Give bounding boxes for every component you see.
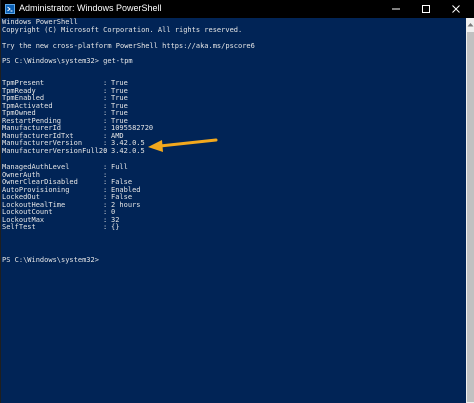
scrollbar-thumb[interactable]: [467, 32, 474, 402]
close-icon[interactable]: [445, 0, 467, 18]
property-value: 3.42.0.5: [111, 146, 145, 155]
arrow-left-icon: [146, 135, 218, 157]
scroll-up-icon[interactable]: [466, 20, 474, 29]
powershell-icon[interactable]: [5, 4, 15, 14]
property-value: {}: [111, 223, 120, 232]
powershell-window: Administrator: Windows PowerShell Window…: [0, 0, 474, 403]
property-separator: :: [103, 223, 108, 232]
title-bar[interactable]: Administrator: Windows PowerShell: [1, 0, 474, 18]
banner-line: Copyright (C) Microsoft Corporation. All…: [2, 26, 243, 34]
vertical-scrollbar[interactable]: [466, 18, 474, 403]
property-value: 2 hours: [111, 200, 141, 209]
maximize-icon[interactable]: [415, 0, 437, 18]
console-output[interactable]: Windows PowerShell Copyright (C) Microso…: [2, 17, 462, 403]
property-name: ManufacturerVersionFull20: [2, 146, 108, 155]
banner-line: Windows PowerShell: [2, 18, 78, 26]
command-prompt: PS C:\Windows\system32>: [2, 256, 99, 264]
property-value: Full: [111, 163, 128, 171]
banner-line: Try the new cross-platform PowerShell ht…: [2, 42, 255, 50]
command-prompt: PS C:\Windows\system32> get-tpm: [2, 57, 133, 65]
minimize-icon[interactable]: [385, 0, 407, 18]
window-title: Administrator: Windows PowerShell: [19, 3, 162, 13]
property-separator: :: [103, 146, 108, 155]
property-name: SelfTest: [2, 223, 36, 232]
